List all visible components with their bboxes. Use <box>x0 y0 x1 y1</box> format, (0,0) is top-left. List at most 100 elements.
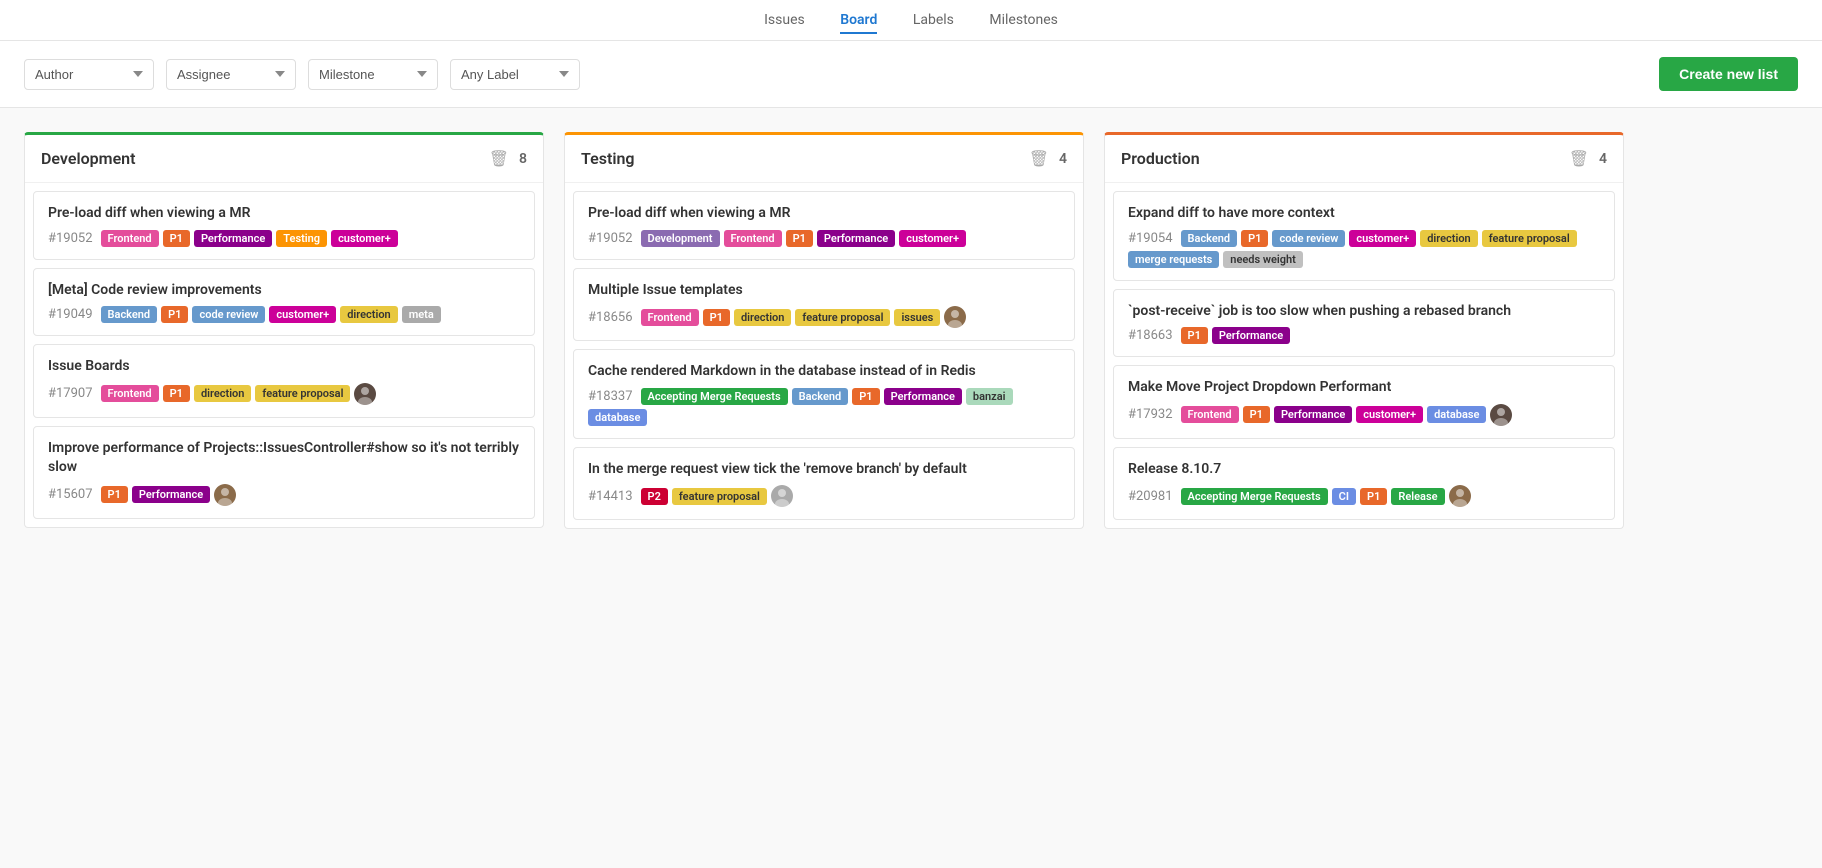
issue-card[interactable]: [Meta] Code review improvements#19049Bac… <box>33 268 535 337</box>
issue-number: #20981 <box>1128 489 1173 504</box>
assignee-filter[interactable]: Assignee <box>166 59 296 90</box>
milestone-filter[interactable]: Milestone <box>308 59 438 90</box>
board-delete-icon[interactable]: 🗑 <box>1569 149 1589 168</box>
label-tag-frontend[interactable]: Frontend <box>101 385 159 402</box>
label-tag-frontend[interactable]: Frontend <box>641 309 699 326</box>
label-tag-database[interactable]: database <box>588 409 647 426</box>
label-tag-customer[interactable]: customer+ <box>331 230 398 247</box>
board-delete-icon[interactable]: 🗑 <box>489 149 509 168</box>
issue-card[interactable]: Cache rendered Markdown in the database … <box>573 349 1075 439</box>
label-tag-direction[interactable]: direction <box>734 309 791 326</box>
avatar <box>354 383 376 405</box>
label-tag-backend[interactable]: Backend <box>101 306 158 323</box>
board-column-production: Production🗑4 Expand diff to have more con… <box>1104 132 1624 529</box>
nav-issues[interactable]: Issues <box>764 12 805 28</box>
label-tag-merge-requests[interactable]: merge requests <box>1128 251 1219 268</box>
issue-number: #17932 <box>1128 407 1173 422</box>
issue-meta: #18663 P1Performance <box>1128 327 1600 344</box>
label-tag-frontend[interactable]: Frontend <box>101 230 159 247</box>
label-tag-p1-orange[interactable]: P1 <box>101 486 128 503</box>
board-delete-icon[interactable]: 🗑 <box>1029 149 1049 168</box>
label-tag-p1-orange[interactable]: P1 <box>163 385 190 402</box>
label-tag-code-review[interactable]: code review <box>1272 230 1345 247</box>
label-tag-feature-proposal[interactable]: feature proposal <box>1482 230 1577 247</box>
label-tag-ci[interactable]: CI <box>1332 488 1356 505</box>
boards-container: Development 🗑 8 Pre-load diff when viewing … <box>0 108 1822 553</box>
label-tag-p1-orange[interactable]: P1 <box>852 388 879 405</box>
issue-card[interactable]: `post-receive` job is too slow when push… <box>1113 289 1615 358</box>
issue-number: #14413 <box>588 489 633 504</box>
label-tag-meta[interactable]: meta <box>402 306 441 323</box>
label-tag-performance[interactable]: Performance <box>132 486 210 503</box>
label-tag-performance[interactable]: Performance <box>1274 406 1352 423</box>
issue-card[interactable]: In the merge request view tick the 'remo… <box>573 447 1075 521</box>
label-tag-direction[interactable]: direction <box>1420 230 1477 247</box>
issue-title: Pre-load diff when viewing a MR <box>48 204 520 224</box>
label-tag-accepting[interactable]: Accepting Merge Requests <box>641 388 788 405</box>
label-tag-performance[interactable]: Performance <box>194 230 272 247</box>
label-tag-banzai[interactable]: banzai <box>966 388 1013 405</box>
label-tag-customer[interactable]: customer+ <box>899 230 966 247</box>
board-header: Testing🗑4 <box>565 135 1083 183</box>
label-tag-release[interactable]: Release <box>1391 488 1444 505</box>
issue-meta: #17907 FrontendP1directionfeature proposa… <box>48 383 520 405</box>
board-count: 8 <box>519 151 527 167</box>
label-tag-performance[interactable]: Performance <box>1212 327 1290 344</box>
label-tag-needs-weight[interactable]: needs weight <box>1223 251 1303 268</box>
label-tag-feature-proposal[interactable]: feature proposal <box>795 309 890 326</box>
label-tag-frontend[interactable]: Frontend <box>724 230 782 247</box>
label-tag-p1-orange[interactable]: P1 <box>1360 488 1387 505</box>
create-new-list-button[interactable]: Create new list <box>1659 57 1798 91</box>
issue-card[interactable]: Expand diff to have more context#19054Ba… <box>1113 191 1615 281</box>
label-tag-database[interactable]: database <box>1427 406 1486 423</box>
label-tag-p1-orange[interactable]: P1 <box>163 230 190 247</box>
label-tag-customer[interactable]: customer+ <box>1356 406 1423 423</box>
issue-number: #18656 <box>588 310 633 325</box>
label-tag-direction[interactable]: direction <box>194 385 251 402</box>
issue-number: #17907 <box>48 386 93 401</box>
issue-card[interactable]: Pre-load diff when viewing a MR#19052Dev… <box>573 191 1075 260</box>
issue-meta: #18337Accepting Merge RequestsBackendP1P… <box>588 388 1060 426</box>
label-tag-backend[interactable]: Backend <box>1181 230 1238 247</box>
nav-labels[interactable]: Labels <box>913 12 954 28</box>
nav-milestones[interactable]: Milestones <box>989 12 1058 28</box>
issue-title: Make Move Project Dropdown Performant <box>1128 378 1600 398</box>
label-tag-feature-proposal[interactable]: feature proposal <box>255 385 350 402</box>
label-tag-customer[interactable]: customer+ <box>269 306 336 323</box>
label-tag-performance[interactable]: Performance <box>884 388 962 405</box>
issue-card[interactable]: Pre-load diff when viewing a MR#19052Fro… <box>33 191 535 260</box>
label-tag-p2-red[interactable]: P2 <box>641 488 668 505</box>
label-tag-issues[interactable]: issues <box>894 309 940 326</box>
issue-number: #18663 <box>1128 328 1173 343</box>
avatar <box>214 484 236 506</box>
label-tag-testing[interactable]: Testing <box>276 230 327 247</box>
label-tag-p1-orange[interactable]: P1 <box>1241 230 1268 247</box>
label-tag-code-review[interactable]: code review <box>192 306 265 323</box>
issue-title: Multiple Issue templates <box>588 281 1060 301</box>
issue-card[interactable]: Improve performance of Projects::IssuesC… <box>33 426 535 519</box>
label-tag-p1-orange[interactable]: P1 <box>1243 406 1270 423</box>
issue-title: `post-receive` job is too slow when push… <box>1128 302 1600 322</box>
label-tag-development[interactable]: Development <box>641 230 720 247</box>
issue-card[interactable]: Multiple Issue templates #18656 FrontendP1… <box>573 268 1075 342</box>
issue-number: #15607 <box>48 487 93 502</box>
label-tag-feature-proposal[interactable]: feature proposal <box>672 488 767 505</box>
label-tag-performance[interactable]: Performance <box>817 230 895 247</box>
issue-card[interactable]: Issue Boards#17907FrontendP1directionfea… <box>33 344 535 418</box>
label-tag-p1-orange[interactable]: P1 <box>786 230 813 247</box>
label-tag-customer[interactable]: customer+ <box>1349 230 1416 247</box>
author-filter[interactable]: Author <box>24 59 154 90</box>
label-tag-p1-orange[interactable]: P1 <box>161 306 188 323</box>
label-tag-p1-orange[interactable]: P1 <box>1181 327 1208 344</box>
label-tag-accepting[interactable]: Accepting Merge Requests <box>1181 488 1328 505</box>
label-tag-p1-orange[interactable]: P1 <box>703 309 730 326</box>
label-tag-direction[interactable]: direction <box>340 306 397 323</box>
issue-card[interactable]: Make Move Project Dropdown Performant #17… <box>1113 365 1615 439</box>
top-nav: Issues Board Labels Milestones <box>0 0 1822 41</box>
label-filter[interactable]: Any Label <box>450 59 580 90</box>
issue-card[interactable]: Release 8.10.7#20981Accepting Merge Requ… <box>1113 447 1615 521</box>
label-tag-backend[interactable]: Backend <box>792 388 849 405</box>
label-tag-frontend[interactable]: Frontend <box>1181 406 1239 423</box>
nav-board[interactable]: Board <box>840 12 877 34</box>
board-header: Production🗑4 <box>1105 135 1623 183</box>
